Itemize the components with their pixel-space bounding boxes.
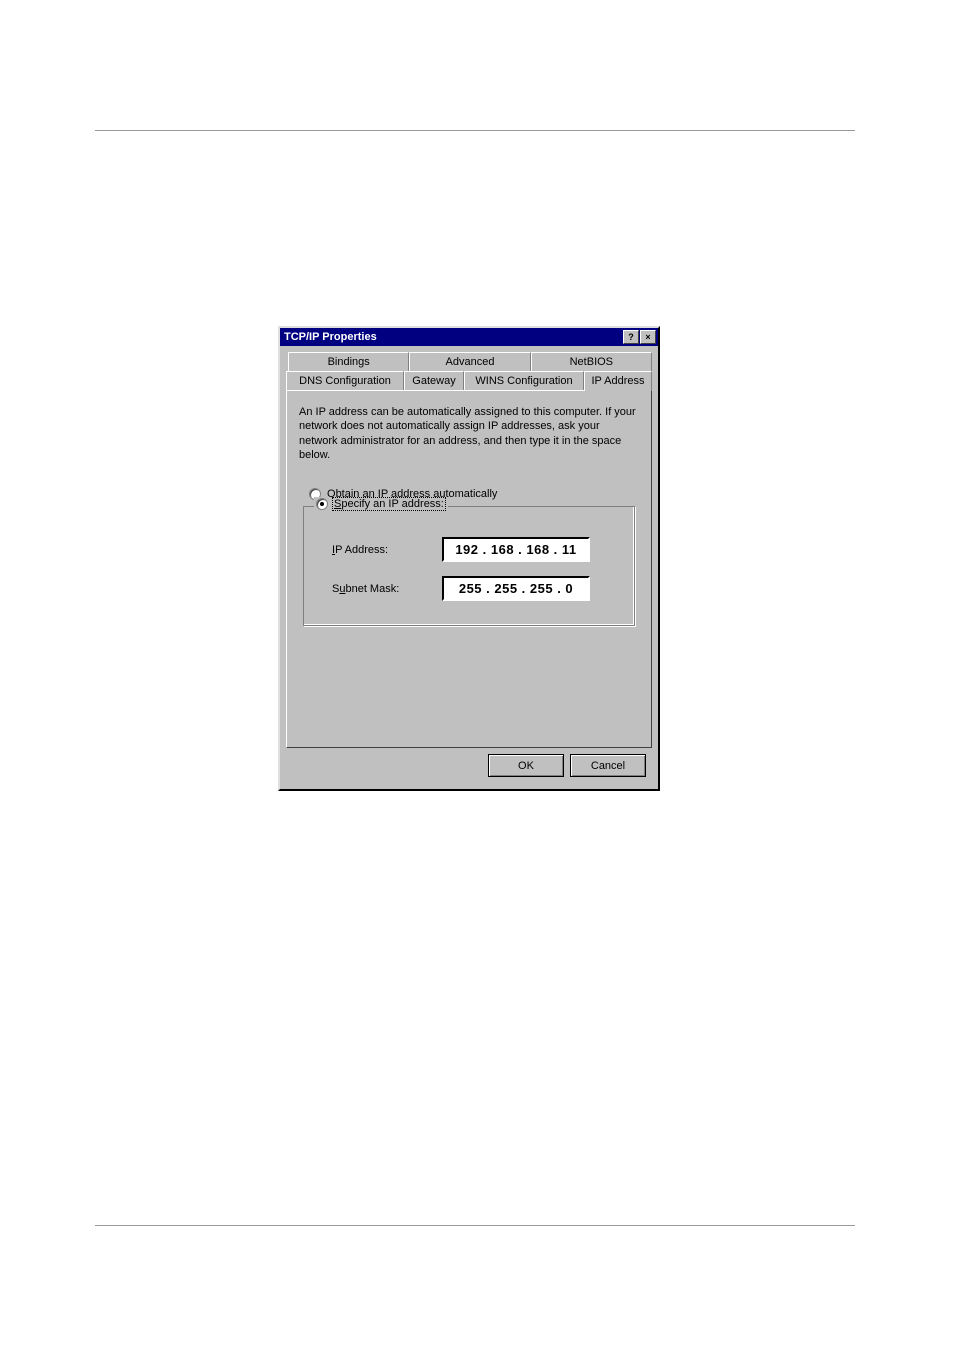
tab-advanced[interactable]: Advanced — [409, 352, 530, 371]
subnet-mask-label: Subnet Mask: — [332, 583, 418, 595]
ip-address-panel: An IP address can be automatically assig… — [286, 390, 652, 748]
subnet-mask-input[interactable]: 255 . 255 . 255 . 0 — [442, 576, 590, 601]
tab-label: Advanced — [446, 356, 495, 368]
tab-label: Bindings — [328, 356, 370, 368]
radio-icon — [316, 498, 328, 510]
help-icon: ? — [628, 332, 634, 342]
dialog-body: Bindings Advanced NetBIOS DNS Configurat… — [280, 346, 658, 789]
radio-label: Specify an IP address: — [332, 497, 446, 511]
close-icon: × — [645, 332, 650, 342]
ip-value: 192 . 168 . 168 . 11 — [455, 542, 576, 557]
tab-label: IP Address — [592, 375, 645, 387]
tab-wins-configuration[interactable]: WINS Configuration — [464, 371, 584, 390]
tab-dns-configuration[interactable]: DNS Configuration — [286, 371, 404, 390]
divider-bottom — [95, 1225, 855, 1226]
panel-description: An IP address can be automatically assig… — [299, 405, 639, 462]
tabs-back-row: Bindings Advanced NetBIOS — [288, 352, 652, 371]
ip-address-row: IP Address: 192 . 168 . 168 . 11 — [332, 537, 614, 562]
close-button[interactable]: × — [640, 330, 656, 344]
tab-label: DNS Configuration — [299, 375, 391, 387]
dialog-buttons: OK Cancel — [286, 748, 652, 783]
tab-label: NetBIOS — [570, 356, 613, 368]
tab-gateway[interactable]: Gateway — [404, 371, 464, 390]
divider-top — [95, 130, 855, 131]
tcpip-properties-dialog: TCP/IP Properties ? × Bindings Advanced … — [278, 326, 660, 791]
tab-bindings[interactable]: Bindings — [288, 352, 409, 371]
ip-address-input[interactable]: 192 . 168 . 168 . 11 — [442, 537, 590, 562]
radio-specify-ip[interactable]: Specify an IP address: — [314, 497, 448, 511]
button-label: Cancel — [591, 760, 625, 772]
tab-ip-address[interactable]: IP Address — [584, 371, 652, 391]
tab-netbios[interactable]: NetBIOS — [531, 352, 652, 371]
ok-button[interactable]: OK — [488, 754, 564, 777]
button-label: OK — [518, 760, 534, 772]
tabs-front-row: DNS Configuration Gateway WINS Configura… — [286, 371, 652, 390]
help-button[interactable]: ? — [623, 330, 639, 344]
tab-label: WINS Configuration — [475, 375, 572, 387]
dialog-title: TCP/IP Properties — [284, 331, 377, 343]
titlebar[interactable]: TCP/IP Properties ? × — [280, 328, 658, 346]
ip-address-label: IP Address: — [332, 544, 418, 556]
specify-ip-fieldset: Specify an IP address: IP Address: 192 .… — [303, 506, 635, 626]
tab-label: Gateway — [412, 375, 455, 387]
cancel-button[interactable]: Cancel — [570, 754, 646, 777]
subnet-value: 255 . 255 . 255 . 0 — [459, 581, 573, 596]
titlebar-buttons: ? × — [623, 330, 656, 344]
subnet-mask-row: Subnet Mask: 255 . 255 . 255 . 0 — [332, 576, 614, 601]
